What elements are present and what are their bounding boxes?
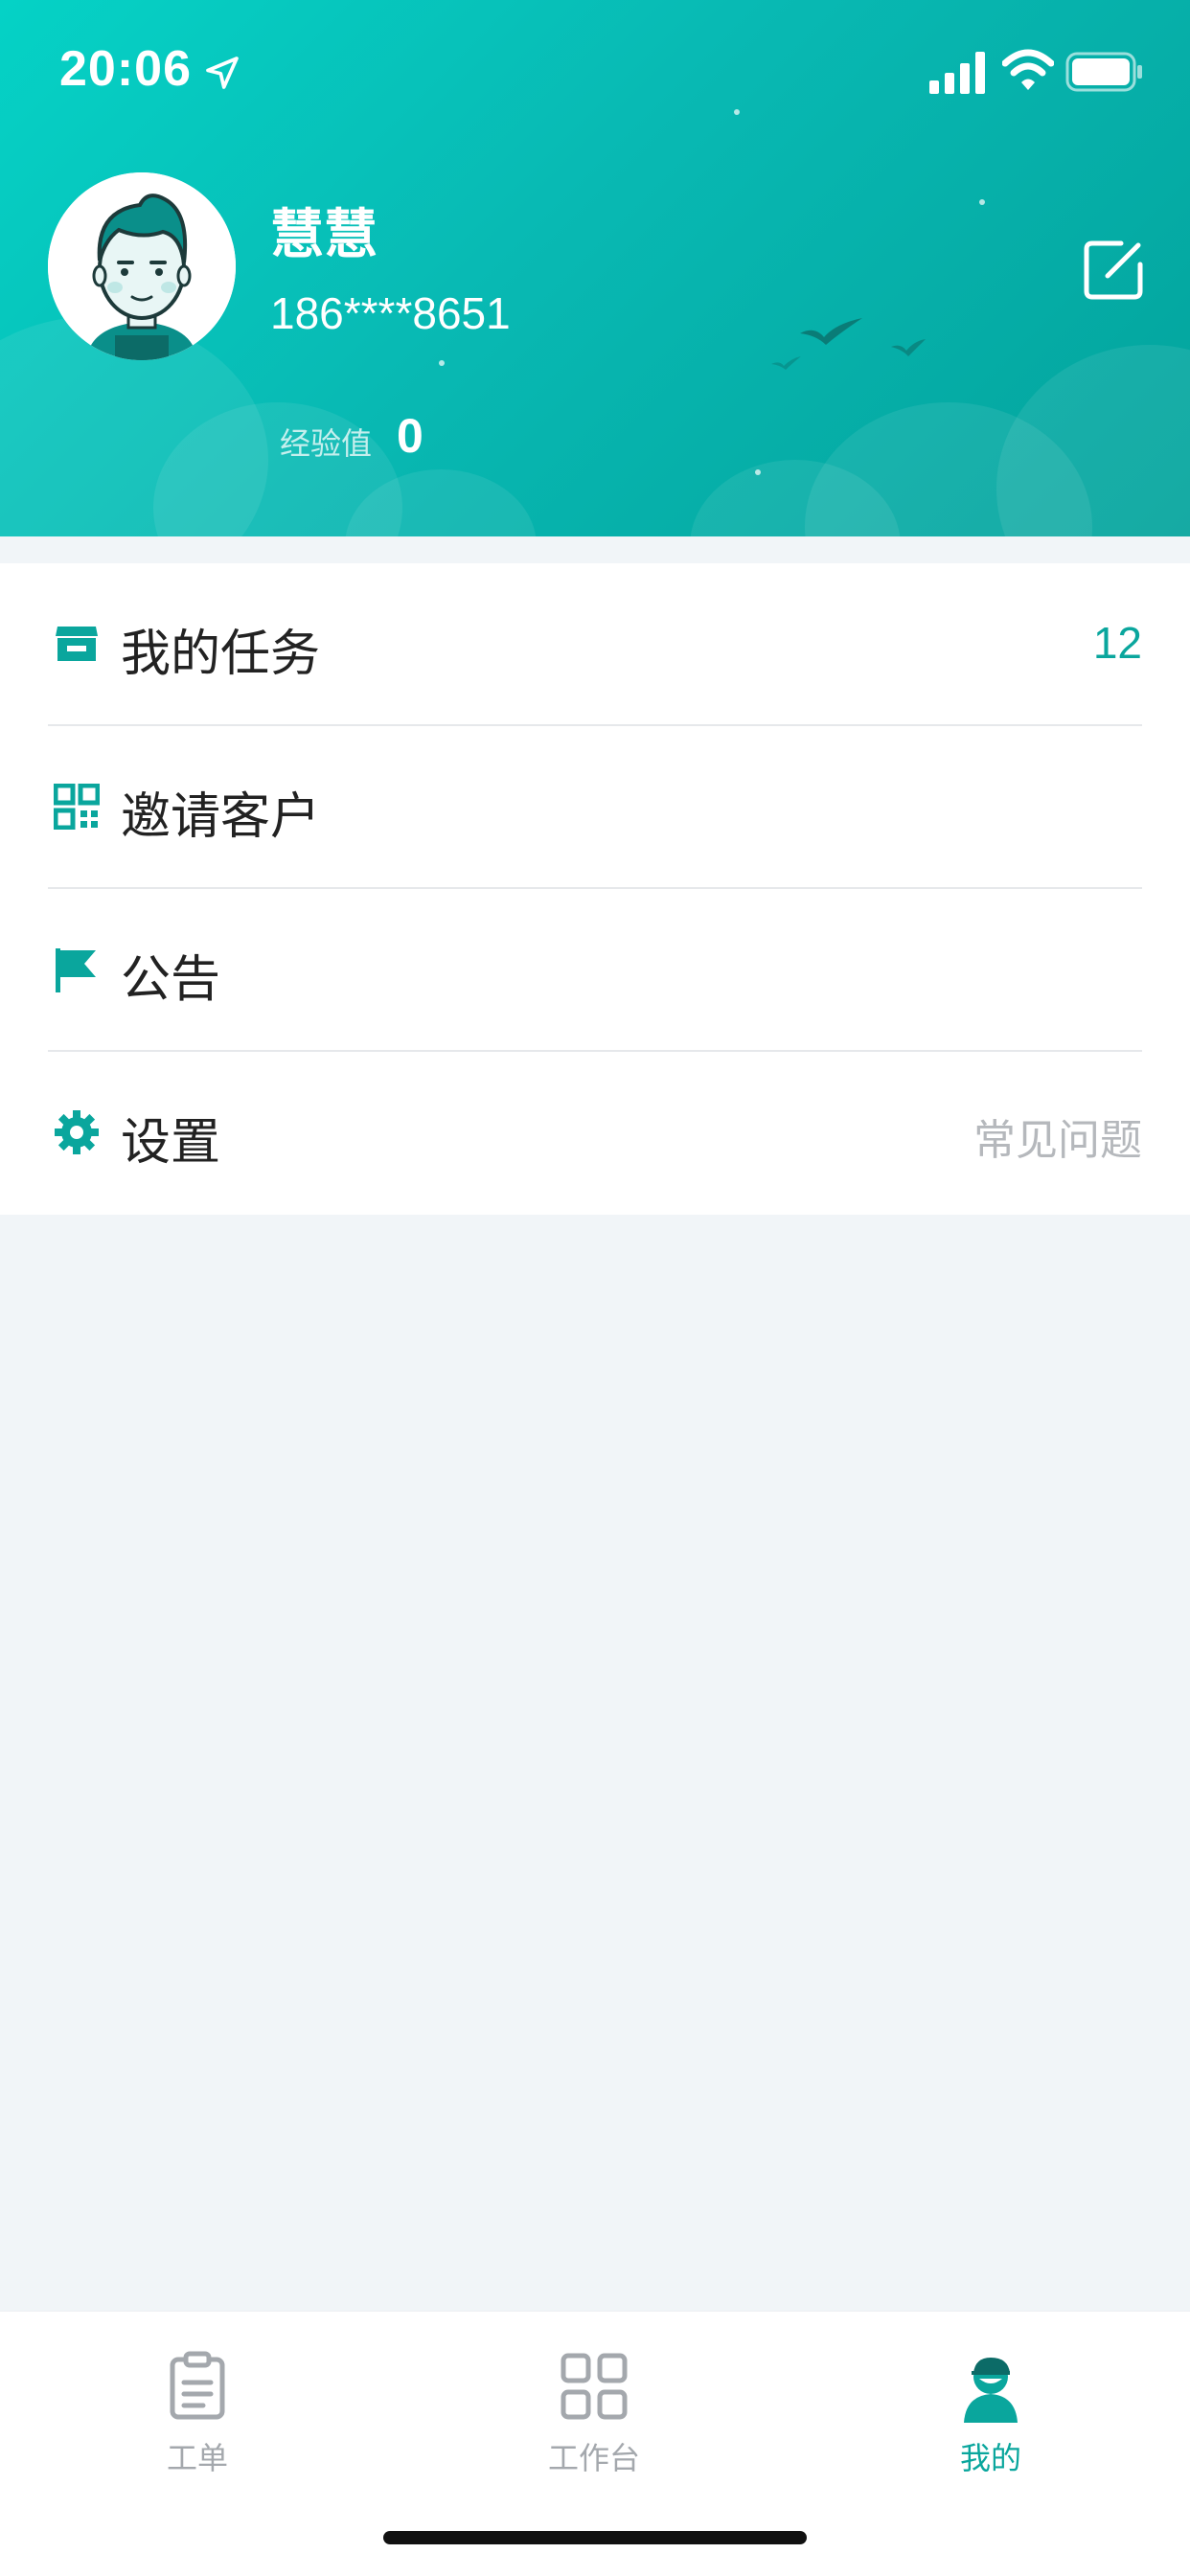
- birds-decoration: [771, 318, 926, 370]
- menu-item-settings[interactable]: 设置 常见问题: [0, 1052, 1190, 1215]
- star-decoration: [439, 360, 445, 366]
- user-name: 慧慧: [270, 204, 378, 266]
- home-indicator[interactable]: [383, 2531, 807, 2544]
- gear-icon: [55, 1110, 99, 1154]
- star-decoration: [755, 469, 761, 475]
- menu-item-label: 我的任务: [121, 626, 321, 683]
- task-count-badge: 12: [1092, 618, 1142, 668]
- clipboard-icon: [170, 2351, 225, 2420]
- status-bar: 20:06: [0, 0, 1190, 144]
- menu-list: 我的任务 12 邀请客户 公告 设置 常见问题: [0, 563, 1190, 1215]
- avatar[interactable]: [48, 172, 236, 360]
- user-icon: [964, 2358, 1018, 2423]
- store-icon: [56, 627, 98, 661]
- menu-item-label: 公告: [121, 951, 221, 1009]
- tab-work-order[interactable]: 工单: [54, 2331, 341, 2484]
- wifi-icon: [1002, 49, 1054, 90]
- tab-label: 我的: [959, 2440, 1021, 2476]
- experience-value: 0: [397, 409, 423, 463]
- battery-icon: [1065, 52, 1142, 92]
- star-decoration: [979, 199, 985, 205]
- user-phone: 186****8651: [270, 288, 511, 338]
- menu-item-label: 邀请客户: [121, 788, 321, 846]
- qr-code-icon: [54, 784, 100, 830]
- avatar-illustration: [48, 172, 236, 360]
- cloud-decoration: [996, 345, 1190, 536]
- edit-profile-icon[interactable]: [1083, 238, 1146, 301]
- menu-item-invite-customer[interactable]: 邀请客户: [0, 726, 1190, 889]
- status-time: 20:06: [59, 41, 192, 97]
- tab-workbench[interactable]: 工作台: [450, 2331, 738, 2484]
- cellular-signal-icon: [929, 52, 985, 94]
- faq-link[interactable]: 常见问题: [973, 1106, 1142, 1167]
- menu-item-my-tasks[interactable]: 我的任务 12: [0, 563, 1190, 726]
- menu-item-label: 设置: [121, 1114, 221, 1172]
- location-arrow-icon: [206, 57, 239, 89]
- menu-item-announcement[interactable]: 公告: [0, 889, 1190, 1052]
- experience-label: 经验值: [280, 425, 373, 462]
- flag-icon: [56, 948, 96, 992]
- tab-mine[interactable]: 我的: [847, 2331, 1134, 2484]
- profile-header: 20:06 慧慧 186****8651 经验值 0: [0, 0, 1190, 536]
- grid-icon: [561, 2353, 628, 2420]
- tab-label: 工作台: [547, 2440, 640, 2476]
- tab-label: 工单: [166, 2440, 228, 2476]
